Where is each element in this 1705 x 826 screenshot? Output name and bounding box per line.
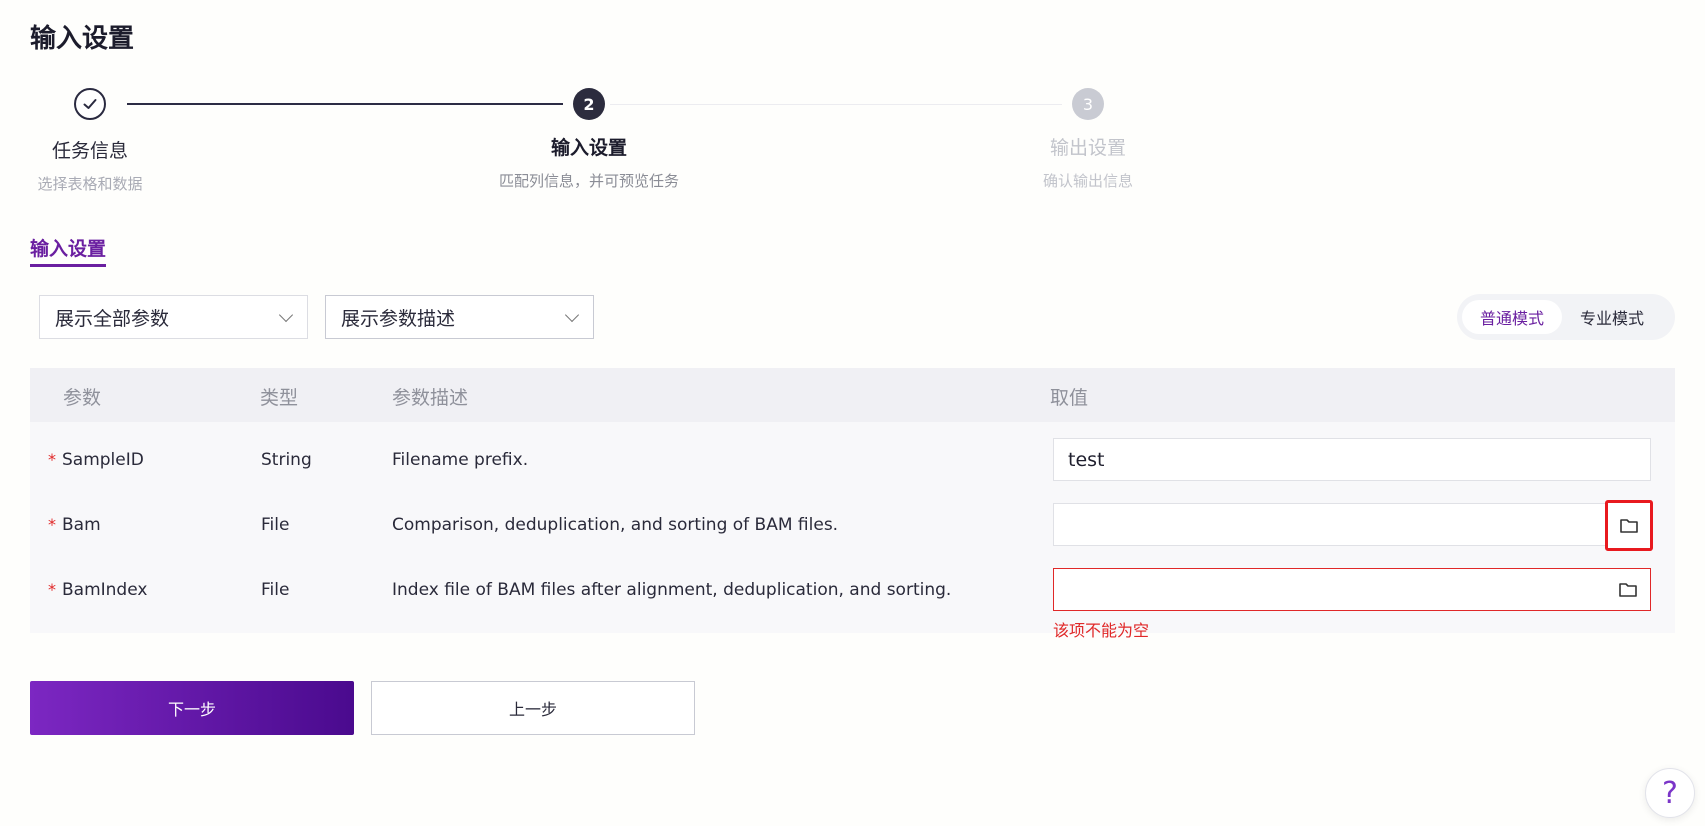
step-connector-done (127, 103, 563, 105)
step-3-title: 输出设置 (1049, 137, 1126, 159)
bam-file-input[interactable] (1053, 500, 1653, 551)
check-icon (83, 99, 97, 109)
bamindex-file-input[interactable] (1053, 568, 1651, 611)
help-button[interactable]: ? (1645, 768, 1695, 818)
next-step-button[interactable]: 下一步 (30, 681, 354, 735)
params-filter-select[interactable]: 展示全部参数 (39, 295, 308, 339)
table-row: * SampleID String Filename prefix. test (30, 427, 1675, 492)
param-desc: Filename prefix. (392, 449, 529, 470)
page: 输入设置 2 3 任务信息 选择表格和数据 输入设置 匹配列信息，并可预览任务 … (0, 0, 1705, 826)
chevron-down-icon (564, 307, 580, 322)
step-1-title: 任务信息 (51, 140, 128, 162)
param-name: BamIndex (62, 579, 148, 600)
param-name-cell: * Bam (48, 492, 101, 557)
section-tab-underline (30, 264, 106, 267)
param-type: String (261, 449, 312, 470)
sampleid-input[interactable]: test (1053, 438, 1651, 481)
bam-folder-button[interactable] (1605, 500, 1653, 551)
header-value: 取值 (1050, 387, 1089, 409)
step-connector-pending (610, 104, 1062, 105)
step-2-circle: 2 (573, 88, 605, 120)
bamindex-error-message: 该项不能为空 (1053, 621, 1150, 640)
normal-mode-button[interactable]: 普通模式 (1462, 300, 1563, 334)
mode-toggle: 普通模式 专业模式 (1457, 294, 1675, 340)
header-param: 参数 (63, 387, 102, 409)
step-1-circle (74, 88, 106, 120)
section-tab-input-settings[interactable]: 输入设置 (30, 234, 106, 261)
required-marker: * (48, 580, 56, 599)
folder-icon (1619, 582, 1637, 597)
pro-mode-button[interactable]: 专业模式 (1562, 300, 1662, 334)
params-filter-value: 展示全部参数 (55, 307, 170, 330)
step-3: 输出设置 确认输出信息 (968, 133, 1208, 191)
bamindex-folder-button[interactable] (1606, 569, 1650, 610)
param-desc: Comparison, deduplication, and sorting o… (392, 514, 839, 535)
required-marker: * (48, 450, 56, 469)
folder-icon (1620, 518, 1638, 533)
table-row: * BamIndex File Index file of BAM files … (30, 557, 1675, 640)
param-name-cell: * SampleID (48, 427, 144, 492)
table-header: 参数 类型 参数描述 取值 (30, 368, 1675, 422)
param-type: File (261, 514, 290, 535)
step-2-title: 输入设置 (550, 137, 627, 159)
param-name: SampleID (62, 449, 144, 470)
param-type: File (261, 579, 290, 600)
param-desc: Index file of BAM files after alignment,… (392, 579, 952, 600)
table-row: * Bam File Comparison, deduplication, an… (30, 492, 1675, 557)
header-desc: 参数描述 (392, 387, 469, 409)
header-type: 类型 (260, 387, 299, 409)
page-title: 输入设置 (30, 24, 135, 54)
help-icon: ? (1662, 775, 1678, 811)
description-filter-value: 展示参数描述 (341, 307, 456, 330)
description-filter-select[interactable]: 展示参数描述 (325, 295, 594, 339)
chevron-down-icon (278, 307, 294, 322)
param-name: Bam (62, 514, 101, 535)
previous-step-button[interactable]: 上一步 (371, 681, 695, 735)
params-table: 参数 类型 参数描述 取值 * SampleID String Filename… (30, 368, 1675, 640)
step-3-circle: 3 (1072, 88, 1104, 120)
step-1: 任务信息 选择表格和数据 (0, 136, 210, 194)
required-marker: * (48, 515, 56, 534)
step-3-subtitle: 确认输出信息 (1042, 172, 1133, 190)
step-2-subtitle: 匹配列信息，并可预览任务 (498, 172, 679, 190)
step-1-subtitle: 选择表格和数据 (37, 175, 143, 193)
sampleid-value: test (1068, 448, 1105, 471)
step-2: 输入设置 匹配列信息，并可预览任务 (469, 133, 709, 191)
param-name-cell: * BamIndex (48, 557, 147, 622)
